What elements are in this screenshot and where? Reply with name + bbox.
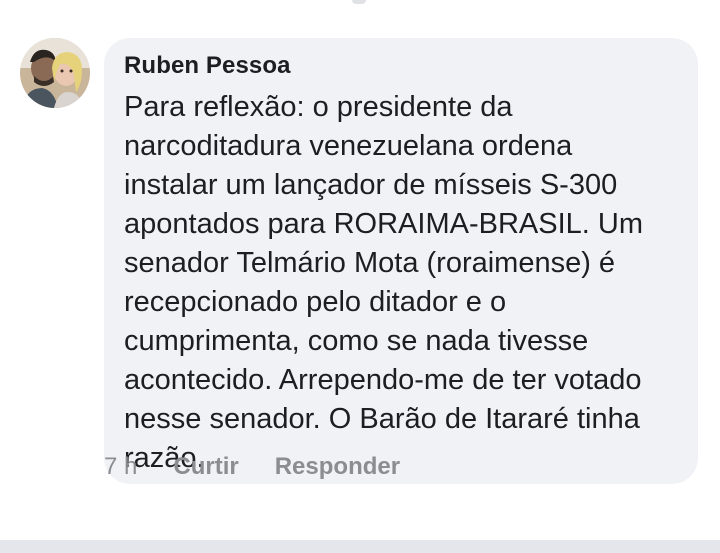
profile-photo-icon	[20, 38, 90, 108]
comment-text-line: acontecido. Arrependo-me de ter votado	[124, 364, 642, 396]
comment-screen: Ruben Pessoa Para reflexão: o presidente…	[0, 0, 720, 553]
comment-text-line: instalar um lançador de mísseis S-300	[124, 169, 618, 201]
comment-bubble: Ruben Pessoa Para reflexão: o presidente…	[104, 38, 698, 484]
comment-text-line: senador Telmário Mota (roraimense) é	[124, 247, 616, 279]
comment-text-line: narcoditadura venezuelana ordena	[124, 130, 573, 162]
comment-timestamp[interactable]: 7 h	[104, 453, 137, 481]
avatar[interactable]	[20, 38, 90, 108]
reply-button[interactable]: Responder	[275, 453, 400, 481]
comment-text-line: nesse senador. O Barão de Itararé tinha	[124, 403, 640, 435]
comment-actions: 7 h Curtir Responder	[104, 452, 436, 482]
comment-text-line: apontados para RORAIMA-BRASIL. Um	[124, 208, 643, 240]
like-button[interactable]: Curtir	[173, 453, 238, 481]
comment-text-line: cumprimenta, como se nada tivesse	[124, 325, 589, 357]
comment-text-line: Para reflexão: o presidente da	[124, 91, 513, 123]
bottom-divider	[0, 540, 720, 553]
top-indicator	[352, 0, 366, 4]
comment-text: Para reflexão: o presidente da narcoditad…	[124, 88, 684, 478]
comment-text-line: recepcionado pelo ditador e o	[124, 286, 507, 318]
comment-author[interactable]: Ruben Pessoa	[124, 52, 291, 80]
